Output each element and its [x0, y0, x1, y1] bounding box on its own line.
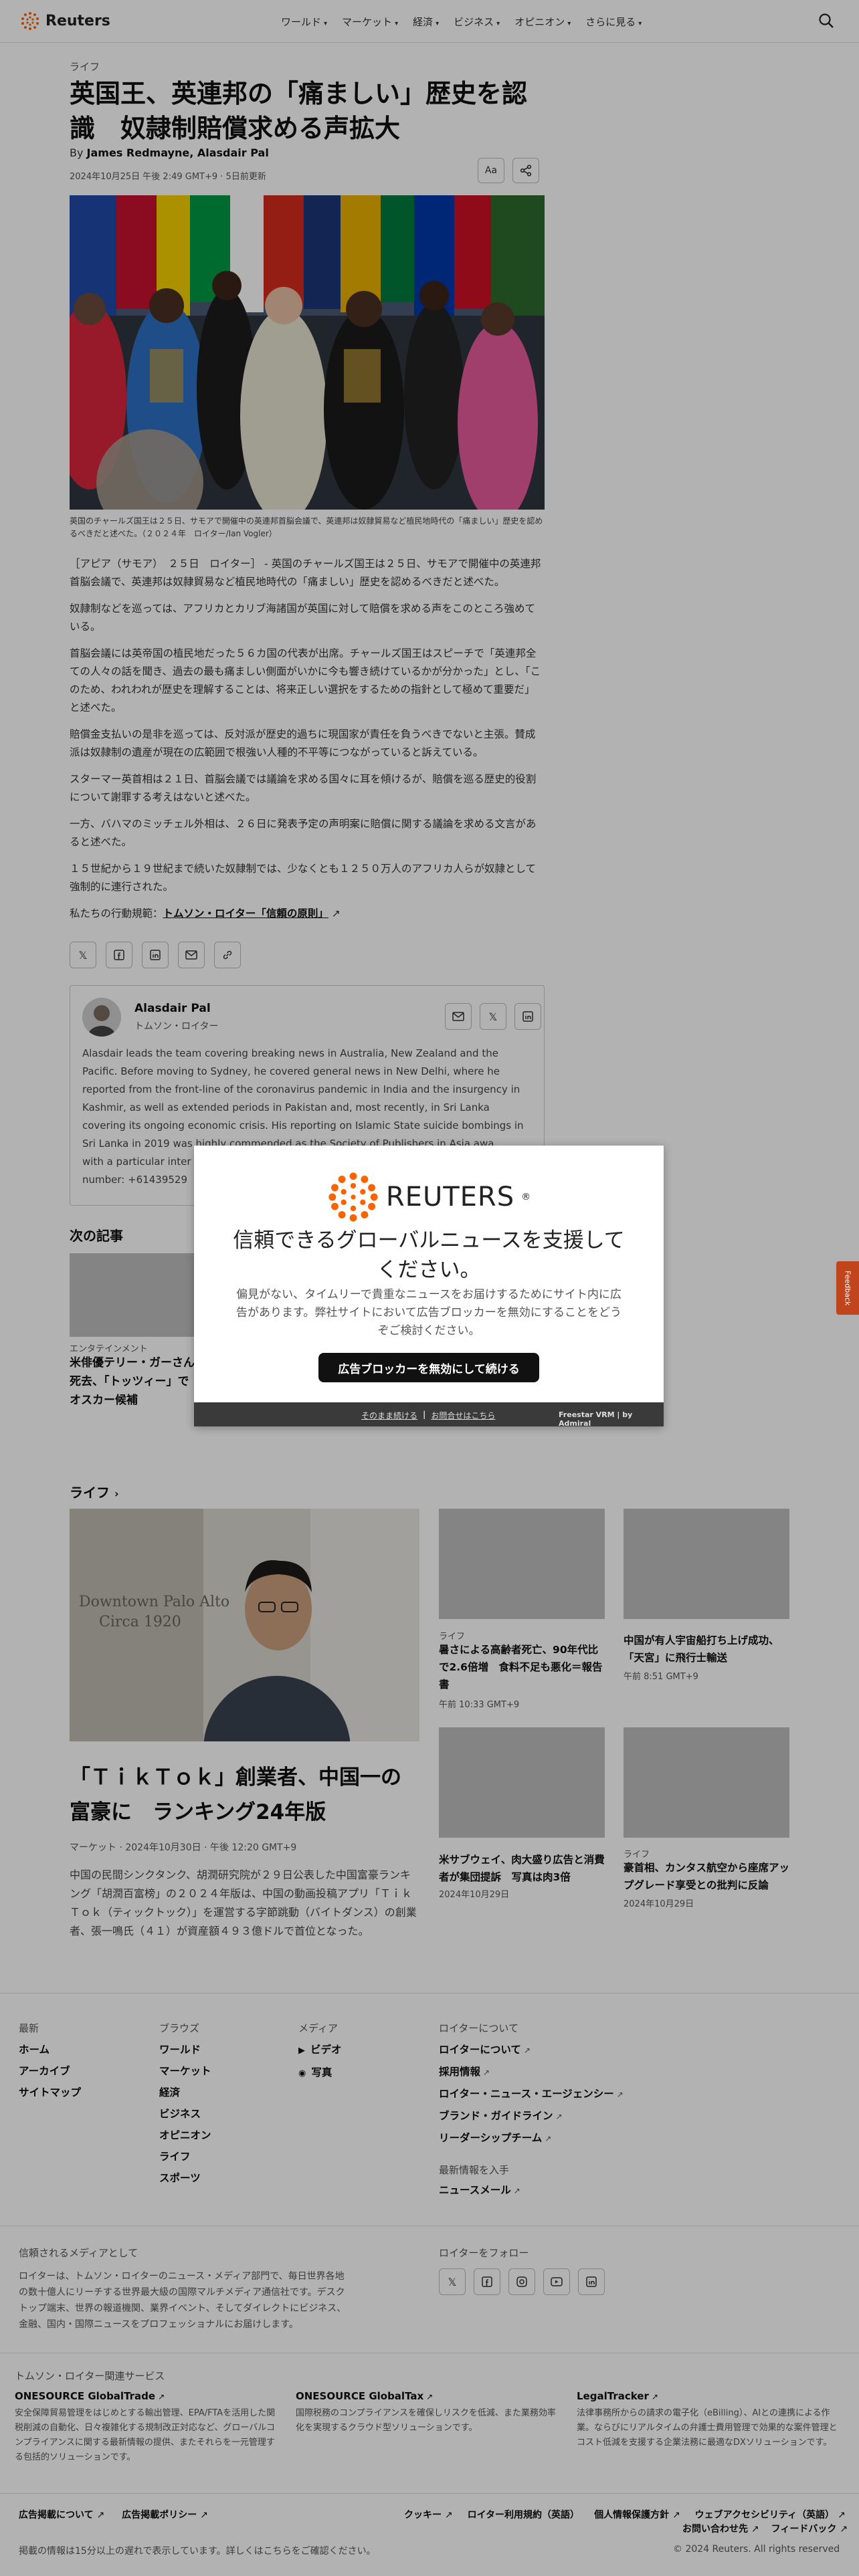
page: Reuters ワールド ▾ マーケット ▾ 経済 ▾ ビジネス ▾ オピニオン ▾ さら…	[0, 0, 859, 2576]
modal-logo: REUTERS ®	[194, 1171, 664, 1223]
reuters-logo-icon	[328, 1172, 378, 1222]
separator: |	[423, 1410, 426, 1419]
feedback-tab[interactable]: Feedback	[836, 1261, 859, 1315]
disable-adblock-button[interactable]: 広告ブロッカーを無効にして続ける	[318, 1353, 539, 1382]
contact-link[interactable]: お問合せはこちら	[431, 1410, 495, 1421]
modal-title: 信頼できるグローバルニュースを支援してください。	[233, 1228, 625, 1282]
modal-brand: Freestar VRM | by Admiral	[559, 1410, 633, 1428]
modal-footer-bar: そのまま続ける | お問合せはこちら Freestar VRM | by Adm…	[194, 1402, 664, 1428]
registered-mark-icon: ®	[521, 1192, 531, 1202]
modal-logo-text: REUTERS	[385, 1182, 515, 1212]
modal-links: そのまま続ける | お問合せはこちら	[361, 1410, 495, 1421]
adblock-modal: REUTERS ® 信頼できるグローバルニュースを支援してください。 偏見がない、…	[194, 1146, 664, 1428]
modal-description: 偏見がない、タイムリーで貴重なニュースをお届けするためにサイト内に広告があります…	[236, 1288, 622, 1337]
continue-anyway-link[interactable]: そのまま続ける	[361, 1410, 417, 1421]
